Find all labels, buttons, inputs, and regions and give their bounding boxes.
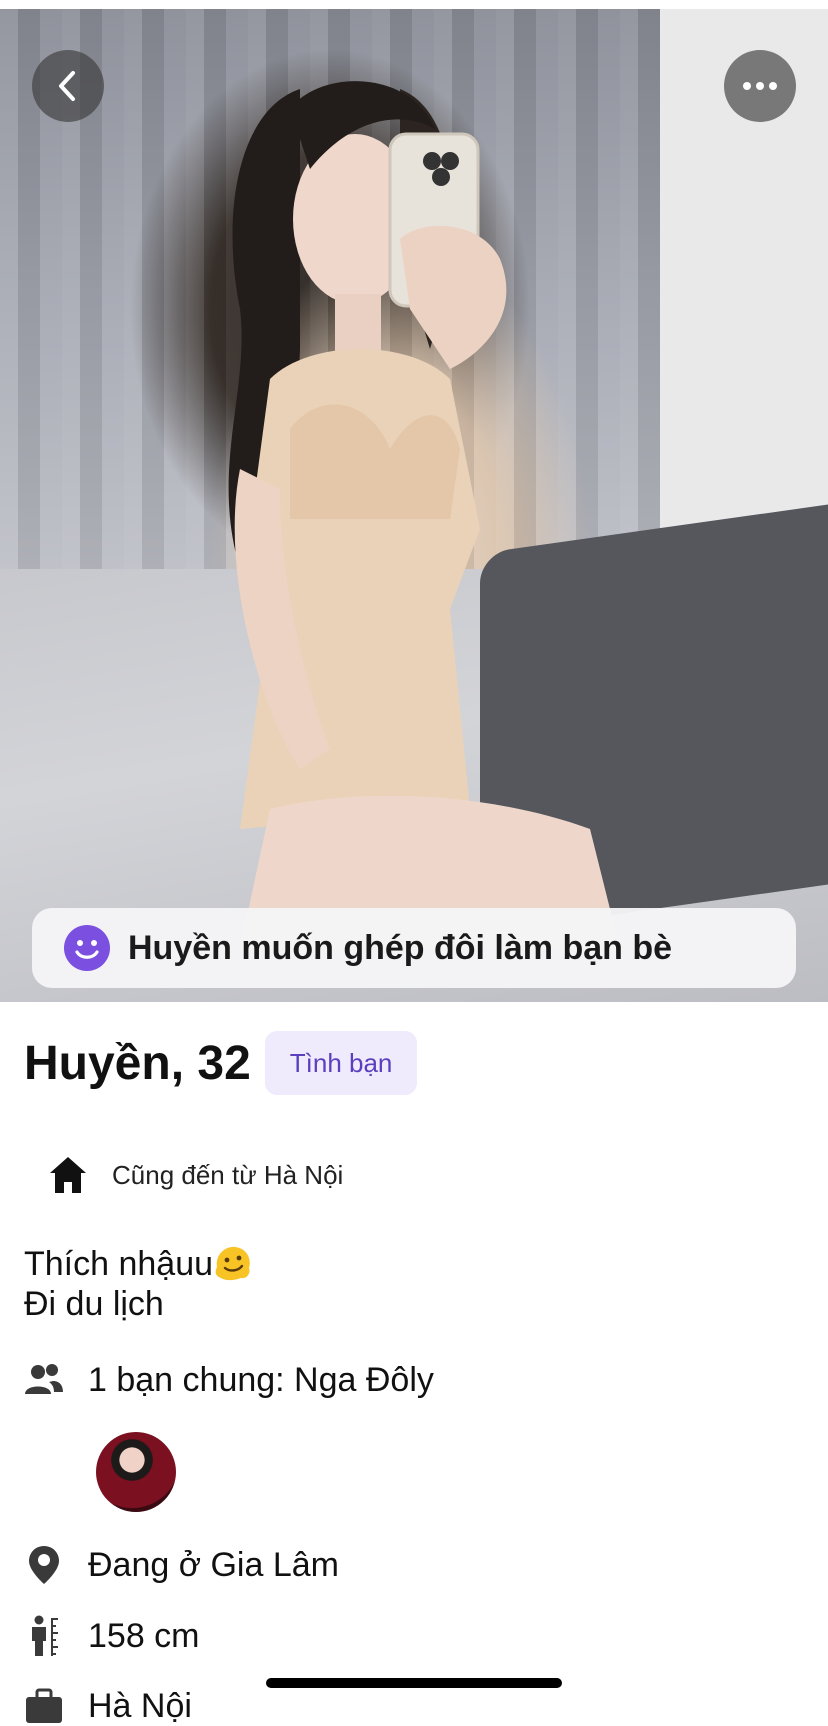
bio-line-1: Thích nhậuu: [24, 1245, 214, 1283]
height-icon: [24, 1615, 64, 1656]
mutual-friends-row[interactable]: 1 bạn chung: Nga Đôly: [24, 1360, 434, 1400]
back-button[interactable]: [32, 50, 104, 122]
mutual-friends-text: 1 bạn chung: Nga Đôly: [88, 1360, 434, 1399]
match-intent-text: Huyền muốn ghép đôi làm bạn bè: [128, 928, 673, 967]
work-text: Hà Nội: [88, 1686, 192, 1725]
more-options-button[interactable]: [724, 50, 796, 122]
smile-icon: [64, 925, 110, 971]
mutual-friend-avatar[interactable]: [96, 1432, 176, 1512]
intent-tag: Tình bạn: [264, 1031, 418, 1095]
location-pin-icon: [24, 1545, 64, 1585]
briefcase-icon: [24, 1686, 64, 1726]
more-horizontal-icon: [743, 82, 777, 90]
home-icon: [50, 1157, 86, 1193]
profile-photo[interactable]: Huyền muốn ghép đôi làm bạn bè: [0, 9, 828, 1002]
home-indicator: [266, 1678, 562, 1688]
bio: Thích nhậuu Đi du lịch: [24, 1243, 253, 1324]
location-row: Đang ở Gia Lâm: [24, 1545, 339, 1585]
bio-line-2: Đi du lịch: [24, 1285, 164, 1323]
name-row: Huyền, 32 Tình bạn: [24, 1030, 418, 1096]
people-icon: [24, 1360, 64, 1400]
height-text: 158 cm: [88, 1616, 200, 1655]
photo-person: [228, 81, 620, 949]
chevron-left-icon: [59, 71, 75, 101]
hometown-text: Cũng đến từ Hà Nội: [112, 1159, 344, 1190]
melting-face-emoji: [215, 1246, 250, 1281]
location-text: Đang ở Gia Lâm: [88, 1545, 339, 1584]
work-row: Hà Nội: [24, 1686, 192, 1726]
match-intent-banner: Huyền muốn ghép đôi làm bạn bè: [32, 908, 796, 988]
hometown-row: Cũng đến từ Hà Nội: [48, 1150, 343, 1200]
profile-name-age: Huyền, 32: [24, 1036, 251, 1090]
height-row: 158 cm: [24, 1615, 200, 1656]
